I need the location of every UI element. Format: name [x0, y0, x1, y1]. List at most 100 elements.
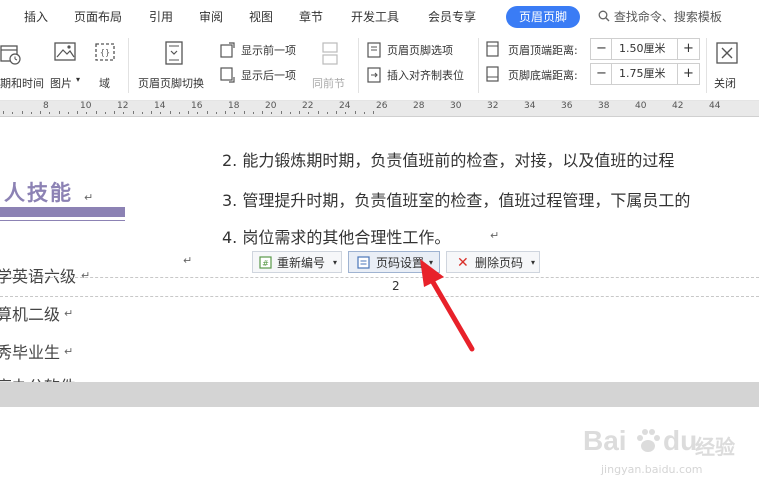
skill-item: 学英语六级 — [0, 267, 77, 286]
footer-bottom-distance-value[interactable]: 1.75厘米 — [619, 64, 666, 84]
horizontal-ruler[interactable]: 8 10 12 14 16 18 20 22 24 26 28 30 32 34 36 38 40 42 44 — [0, 101, 759, 117]
header-top-distance-stepper[interactable]: − 1.50厘米 + — [590, 38, 700, 60]
ruler-tick — [30, 112, 32, 114]
ruler-number: 10 — [80, 101, 92, 111]
ruler-number: 18 — [228, 101, 240, 111]
field-label: 域 — [99, 77, 110, 90]
ruler-tick — [67, 112, 69, 114]
picture-label: 图片 — [50, 77, 72, 90]
ruler-tick — [197, 112, 199, 114]
ruler-number: 22 — [302, 101, 314, 111]
menubar: 插入 页面布局 引用 审阅 视图 章节 开发工具 会员专享 页眉页脚 查找命令、… — [0, 0, 759, 33]
show-previous-label: 显示前一项 — [241, 44, 296, 57]
ruler-number: 32 — [487, 101, 499, 111]
ruler-tick — [271, 112, 273, 114]
ruler-tick — [363, 112, 365, 114]
footer-bottom-distance-stepper[interactable]: − 1.75厘米 + — [590, 63, 700, 85]
ruler-tick — [58, 111, 60, 114]
page-settings-icon — [357, 256, 370, 269]
same-as-previous-icon — [322, 42, 338, 65]
baidu-watermark: Bai du 经验 jingyan.baidu.com — [583, 425, 743, 485]
decrement-icon[interactable]: − — [596, 64, 607, 84]
ruler-number: 12 — [117, 101, 129, 111]
same-as-previous-button[interactable]: 同前节 — [310, 40, 352, 95]
header-footer-switch-label: 页眉页脚切换 — [138, 77, 204, 90]
paragraph-mark: ↵ — [183, 254, 193, 267]
close-header-footer-button[interactable]: 关闭 — [711, 40, 745, 95]
decrement-icon[interactable]: − — [596, 39, 607, 59]
header-top-distance-value[interactable]: 1.50厘米 — [619, 39, 666, 59]
field-icon: {} — [95, 43, 115, 61]
ruler-tick — [40, 111, 41, 114]
tab-references[interactable]: 引用 — [149, 8, 173, 25]
ruler-tick — [12, 112, 14, 114]
search-label: 查找命令、搜索模板 — [613, 10, 722, 24]
show-previous-icon — [220, 42, 235, 58]
picture-button[interactable]: 图片 ▾ — [46, 40, 86, 95]
ruler-tick — [215, 112, 217, 114]
close-icon — [716, 42, 738, 64]
tab-section[interactable]: 章节 — [299, 8, 323, 25]
ruler-tick — [234, 112, 236, 114]
renumber-button[interactable]: # 重新编号 ▾ — [252, 251, 342, 273]
date-time-button[interactable]: 期和时间 — [0, 40, 44, 95]
watermark-brand-2: du — [663, 425, 698, 456]
watermark-brand-cn: 经验 — [695, 435, 735, 459]
ribbon-divider — [128, 38, 129, 93]
ribbon-divider — [358, 38, 359, 93]
ruler-number: 40 — [635, 101, 647, 111]
page-number[interactable]: 2 — [392, 279, 400, 293]
paragraph-mark: ↵ — [64, 307, 74, 320]
increment-icon[interactable]: + — [683, 64, 694, 84]
footer-distance-icon — [486, 66, 499, 82]
ruler-number: 14 — [154, 101, 166, 111]
list-item: 2. 能力锻炼期时期，负责值班前的检查，对接，以及值班的过程 — [222, 151, 675, 170]
ruler-tick — [308, 112, 310, 114]
same-as-previous-label: 同前节 — [312, 77, 345, 90]
search-box[interactable]: 查找命令、搜索模板 — [598, 8, 722, 25]
ruler-tick — [188, 111, 189, 114]
ruler-tick — [3, 111, 4, 114]
ruler-tick — [326, 112, 328, 114]
tab-member[interactable]: 会员专享 — [428, 8, 476, 25]
close-label: 关闭 — [714, 77, 736, 90]
ruler-tick — [160, 112, 162, 114]
tab-review[interactable]: 审阅 — [199, 8, 223, 25]
ruler-number: 34 — [524, 101, 536, 111]
show-next-label: 显示后一项 — [241, 69, 296, 82]
footer-boundary-line — [0, 277, 759, 278]
tab-page-layout[interactable]: 页面布局 — [74, 8, 122, 25]
list-item: 4. 岗位需求的其他合理性工作。 — [222, 228, 451, 247]
header-footer-options-label: 页眉页脚选项 — [387, 44, 453, 57]
tab-header-footer[interactable]: 页眉页脚 — [506, 6, 580, 28]
header-footer-switch-button[interactable]: 页眉页脚切换 — [136, 40, 216, 95]
field-button[interactable]: {} 域 — [93, 40, 119, 95]
document-page[interactable]: 2. 能力锻炼期时期，负责值班前的检查，对接，以及值班的过程 3. 管理提升时期… — [0, 117, 759, 382]
ruler-tick — [336, 111, 337, 114]
ruler-tick — [123, 112, 125, 114]
increment-icon[interactable]: + — [683, 39, 694, 59]
ruler-tick — [21, 111, 23, 114]
list-item: 3. 管理提升时期，负责值班室的检查，值班过程管理，下属员工的 — [222, 191, 691, 210]
ruler-number: 28 — [413, 101, 425, 111]
ruler-tick — [169, 111, 171, 114]
ruler-tick — [206, 111, 208, 114]
skill-item: 秀毕业生 — [0, 343, 61, 362]
ruler-tick — [77, 111, 78, 114]
ruler-number: 20 — [265, 101, 277, 111]
tab-view[interactable]: 视图 — [249, 8, 273, 25]
ruler-tick — [141, 112, 143, 114]
svg-text:#: # — [262, 259, 269, 268]
footer-bottom-distance-label: 页脚底端距离: — [508, 69, 578, 82]
header-top-distance-label: 页眉顶端距离: — [508, 44, 578, 57]
ruler-tick — [225, 111, 226, 114]
paragraph-mark: ↵ — [490, 229, 500, 242]
ruler-tick — [289, 112, 291, 114]
heading-underline-thin — [0, 220, 125, 221]
tab-developer[interactable]: 开发工具 — [351, 8, 399, 25]
chevron-down-icon: ▾ — [76, 75, 81, 84]
heading-underline — [0, 207, 125, 217]
tab-insert[interactable]: 插入 — [24, 8, 48, 25]
header-footer-switch-icon — [165, 41, 183, 65]
paragraph-mark: ↵ — [81, 269, 91, 282]
